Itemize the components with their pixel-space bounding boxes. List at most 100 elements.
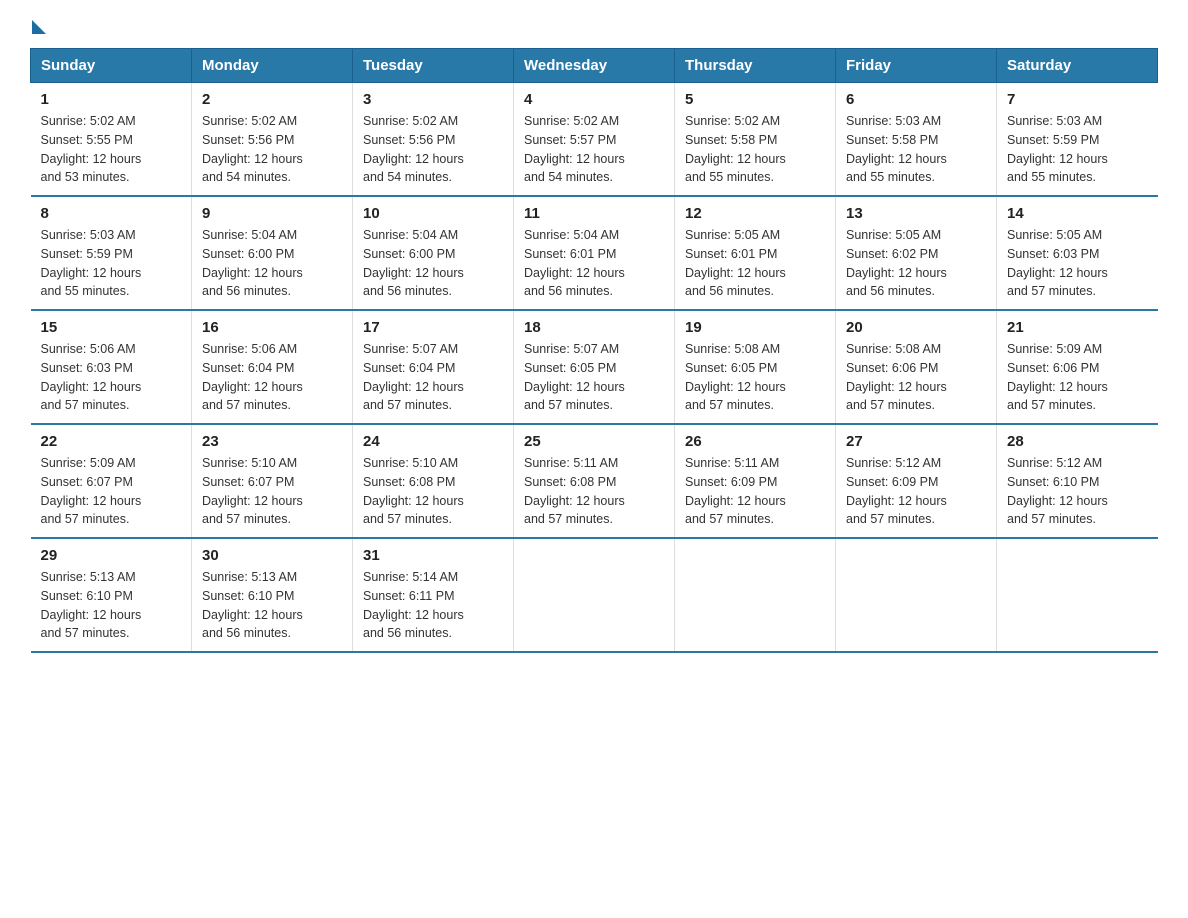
day-info: Sunrise: 5:04 AM Sunset: 6:00 PM Dayligh…: [363, 226, 503, 301]
day-number: 19: [685, 319, 825, 336]
calendar-cell: 7 Sunrise: 5:03 AM Sunset: 5:59 PM Dayli…: [997, 83, 1158, 197]
day-info: Sunrise: 5:02 AM Sunset: 5:58 PM Dayligh…: [685, 112, 825, 187]
day-info: Sunrise: 5:13 AM Sunset: 6:10 PM Dayligh…: [202, 568, 342, 643]
calendar-cell: 13 Sunrise: 5:05 AM Sunset: 6:02 PM Dayl…: [836, 196, 997, 310]
calendar-cell: [836, 538, 997, 652]
column-header-wednesday: Wednesday: [514, 49, 675, 83]
calendar-cell: 4 Sunrise: 5:02 AM Sunset: 5:57 PM Dayli…: [514, 83, 675, 197]
day-number: 12: [685, 205, 825, 222]
calendar-cell: 3 Sunrise: 5:02 AM Sunset: 5:56 PM Dayli…: [353, 83, 514, 197]
logo-line1: [30, 20, 46, 30]
day-number: 26: [685, 433, 825, 450]
day-number: 30: [202, 547, 342, 564]
day-info: Sunrise: 5:07 AM Sunset: 6:05 PM Dayligh…: [524, 340, 664, 415]
calendar-cell: 1 Sunrise: 5:02 AM Sunset: 5:55 PM Dayli…: [31, 83, 192, 197]
day-info: Sunrise: 5:07 AM Sunset: 6:04 PM Dayligh…: [363, 340, 503, 415]
day-info: Sunrise: 5:14 AM Sunset: 6:11 PM Dayligh…: [363, 568, 503, 643]
day-number: 14: [1007, 205, 1148, 222]
calendar-cell: 14 Sunrise: 5:05 AM Sunset: 6:03 PM Dayl…: [997, 196, 1158, 310]
day-info: Sunrise: 5:08 AM Sunset: 6:06 PM Dayligh…: [846, 340, 986, 415]
calendar-cell: 10 Sunrise: 5:04 AM Sunset: 6:00 PM Dayl…: [353, 196, 514, 310]
day-info: Sunrise: 5:06 AM Sunset: 6:03 PM Dayligh…: [41, 340, 182, 415]
week-row-4: 22 Sunrise: 5:09 AM Sunset: 6:07 PM Dayl…: [31, 424, 1158, 538]
column-header-friday: Friday: [836, 49, 997, 83]
calendar-cell: 31 Sunrise: 5:14 AM Sunset: 6:11 PM Dayl…: [353, 538, 514, 652]
day-info: Sunrise: 5:03 AM Sunset: 5:58 PM Dayligh…: [846, 112, 986, 187]
logo-block: [30, 20, 46, 30]
day-info: Sunrise: 5:09 AM Sunset: 6:07 PM Dayligh…: [41, 454, 182, 529]
day-number: 27: [846, 433, 986, 450]
day-info: Sunrise: 5:05 AM Sunset: 6:01 PM Dayligh…: [685, 226, 825, 301]
day-number: 21: [1007, 319, 1148, 336]
calendar-cell: 8 Sunrise: 5:03 AM Sunset: 5:59 PM Dayli…: [31, 196, 192, 310]
day-number: 1: [41, 91, 182, 108]
day-number: 13: [846, 205, 986, 222]
calendar-cell: [675, 538, 836, 652]
week-row-3: 15 Sunrise: 5:06 AM Sunset: 6:03 PM Dayl…: [31, 310, 1158, 424]
day-number: 11: [524, 205, 664, 222]
calendar-cell: 21 Sunrise: 5:09 AM Sunset: 6:06 PM Dayl…: [997, 310, 1158, 424]
calendar-cell: 25 Sunrise: 5:11 AM Sunset: 6:08 PM Dayl…: [514, 424, 675, 538]
day-info: Sunrise: 5:02 AM Sunset: 5:57 PM Dayligh…: [524, 112, 664, 187]
day-number: 23: [202, 433, 342, 450]
day-number: 28: [1007, 433, 1148, 450]
day-info: Sunrise: 5:09 AM Sunset: 6:06 PM Dayligh…: [1007, 340, 1148, 415]
day-number: 22: [41, 433, 182, 450]
day-info: Sunrise: 5:12 AM Sunset: 6:10 PM Dayligh…: [1007, 454, 1148, 529]
logo-arrow-icon: [32, 20, 46, 34]
day-info: Sunrise: 5:03 AM Sunset: 5:59 PM Dayligh…: [41, 226, 182, 301]
logo: [30, 20, 46, 30]
calendar-cell: 19 Sunrise: 5:08 AM Sunset: 6:05 PM Dayl…: [675, 310, 836, 424]
day-info: Sunrise: 5:02 AM Sunset: 5:56 PM Dayligh…: [202, 112, 342, 187]
calendar-cell: 16 Sunrise: 5:06 AM Sunset: 6:04 PM Dayl…: [192, 310, 353, 424]
calendar-header: SundayMondayTuesdayWednesdayThursdayFrid…: [31, 49, 1158, 83]
calendar-cell: 17 Sunrise: 5:07 AM Sunset: 6:04 PM Dayl…: [353, 310, 514, 424]
calendar-cell: 23 Sunrise: 5:10 AM Sunset: 6:07 PM Dayl…: [192, 424, 353, 538]
calendar-cell: 29 Sunrise: 5:13 AM Sunset: 6:10 PM Dayl…: [31, 538, 192, 652]
day-info: Sunrise: 5:04 AM Sunset: 6:00 PM Dayligh…: [202, 226, 342, 301]
week-row-2: 8 Sunrise: 5:03 AM Sunset: 5:59 PM Dayli…: [31, 196, 1158, 310]
calendar-cell: 18 Sunrise: 5:07 AM Sunset: 6:05 PM Dayl…: [514, 310, 675, 424]
day-number: 2: [202, 91, 342, 108]
header-row: SundayMondayTuesdayWednesdayThursdayFrid…: [31, 49, 1158, 83]
calendar-cell: 6 Sunrise: 5:03 AM Sunset: 5:58 PM Dayli…: [836, 83, 997, 197]
calendar-cell: [997, 538, 1158, 652]
day-info: Sunrise: 5:12 AM Sunset: 6:09 PM Dayligh…: [846, 454, 986, 529]
day-info: Sunrise: 5:10 AM Sunset: 6:07 PM Dayligh…: [202, 454, 342, 529]
day-number: 17: [363, 319, 503, 336]
page-header: [30, 20, 1158, 30]
column-header-tuesday: Tuesday: [353, 49, 514, 83]
column-header-saturday: Saturday: [997, 49, 1158, 83]
day-number: 29: [41, 547, 182, 564]
week-row-1: 1 Sunrise: 5:02 AM Sunset: 5:55 PM Dayli…: [31, 83, 1158, 197]
day-info: Sunrise: 5:04 AM Sunset: 6:01 PM Dayligh…: [524, 226, 664, 301]
day-info: Sunrise: 5:02 AM Sunset: 5:56 PM Dayligh…: [363, 112, 503, 187]
day-info: Sunrise: 5:11 AM Sunset: 6:08 PM Dayligh…: [524, 454, 664, 529]
day-number: 4: [524, 91, 664, 108]
day-number: 15: [41, 319, 182, 336]
calendar-cell: 5 Sunrise: 5:02 AM Sunset: 5:58 PM Dayli…: [675, 83, 836, 197]
day-info: Sunrise: 5:13 AM Sunset: 6:10 PM Dayligh…: [41, 568, 182, 643]
day-info: Sunrise: 5:05 AM Sunset: 6:02 PM Dayligh…: [846, 226, 986, 301]
day-number: 24: [363, 433, 503, 450]
calendar-cell: 15 Sunrise: 5:06 AM Sunset: 6:03 PM Dayl…: [31, 310, 192, 424]
day-number: 3: [363, 91, 503, 108]
day-number: 10: [363, 205, 503, 222]
day-info: Sunrise: 5:05 AM Sunset: 6:03 PM Dayligh…: [1007, 226, 1148, 301]
calendar-cell: 12 Sunrise: 5:05 AM Sunset: 6:01 PM Dayl…: [675, 196, 836, 310]
calendar-cell: [514, 538, 675, 652]
day-number: 18: [524, 319, 664, 336]
day-number: 8: [41, 205, 182, 222]
week-row-5: 29 Sunrise: 5:13 AM Sunset: 6:10 PM Dayl…: [31, 538, 1158, 652]
column-header-thursday: Thursday: [675, 49, 836, 83]
calendar-body: 1 Sunrise: 5:02 AM Sunset: 5:55 PM Dayli…: [31, 83, 1158, 653]
column-header-sunday: Sunday: [31, 49, 192, 83]
day-info: Sunrise: 5:10 AM Sunset: 6:08 PM Dayligh…: [363, 454, 503, 529]
day-number: 7: [1007, 91, 1148, 108]
calendar-cell: 11 Sunrise: 5:04 AM Sunset: 6:01 PM Dayl…: [514, 196, 675, 310]
calendar-cell: 20 Sunrise: 5:08 AM Sunset: 6:06 PM Dayl…: [836, 310, 997, 424]
day-number: 31: [363, 547, 503, 564]
calendar-cell: 27 Sunrise: 5:12 AM Sunset: 6:09 PM Dayl…: [836, 424, 997, 538]
day-number: 9: [202, 205, 342, 222]
calendar-cell: 22 Sunrise: 5:09 AM Sunset: 6:07 PM Dayl…: [31, 424, 192, 538]
